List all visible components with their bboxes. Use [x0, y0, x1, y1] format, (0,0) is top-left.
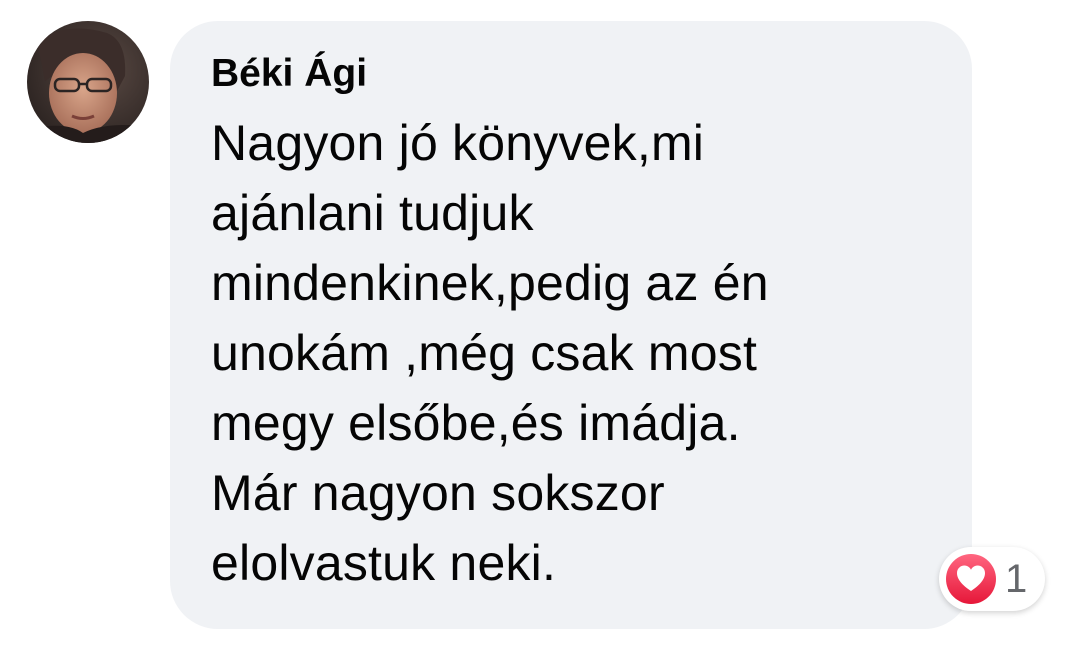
reactions-badge[interactable]: 1 [939, 547, 1045, 611]
comment-text: Nagyon jó könyvek,mi ajánlani tudjuk min… [211, 115, 769, 591]
avatar-photo [27, 21, 149, 143]
comment-author[interactable]: Béki Ági [211, 49, 367, 99]
avatar[interactable] [27, 21, 149, 143]
love-heart-icon [946, 554, 996, 604]
comment-bubble: Béki Ági Nagyon jó könyvek,mi ajánlani t… [170, 21, 972, 629]
comment: Béki Ági Nagyon jó könyvek,mi ajánlani t… [0, 0, 1080, 645]
reaction-count: 1 [1005, 557, 1028, 601]
